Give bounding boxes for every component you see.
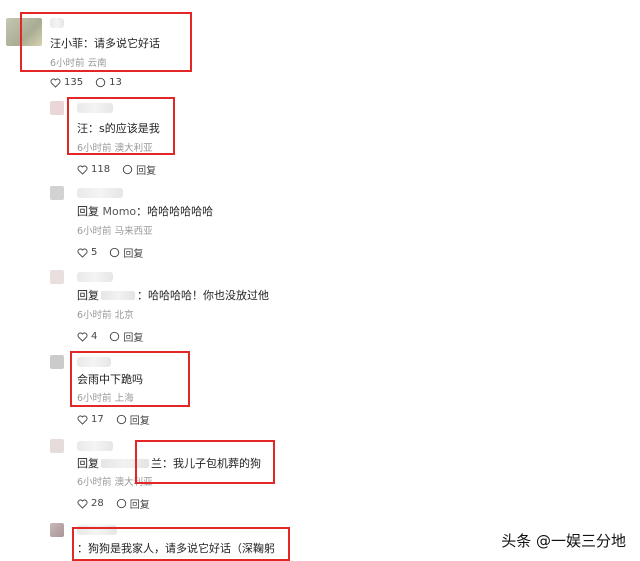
reply-button[interactable]: 回复 bbox=[116, 496, 150, 511]
comment-text: 会雨中下跪吗 bbox=[77, 373, 143, 387]
comment-text: 回复 ：哈哈哈哈！你也没放过他 bbox=[77, 289, 269, 303]
comment-bubble-icon bbox=[110, 247, 120, 258]
reply-label: 回复 bbox=[129, 416, 150, 427]
comment-text: 汪小菲：请多说它好话 bbox=[50, 37, 160, 51]
comment-actions: 135 13 bbox=[50, 77, 122, 88]
like-button[interactable]: 28 bbox=[77, 498, 104, 509]
heart-icon bbox=[77, 248, 88, 258]
comment-bubble-icon bbox=[95, 77, 106, 88]
comment-body: 会雨中下跪吗 bbox=[77, 373, 143, 386]
reply-button[interactable]: 回复 bbox=[109, 329, 143, 344]
like-button[interactable]: 135 bbox=[50, 77, 83, 88]
comment-actions: 28 回复 bbox=[77, 496, 150, 511]
avatar[interactable] bbox=[50, 270, 64, 284]
comment-text: 回复 Momo：哈哈哈哈哈哈 bbox=[77, 205, 213, 219]
watermark: 头条 @一娱三分地 bbox=[501, 532, 626, 550]
comment-text: 回复 兰：我儿子包机葬的狗 bbox=[77, 457, 261, 471]
heart-icon bbox=[77, 165, 88, 175]
comment-body: s的应该是我 bbox=[99, 122, 160, 135]
like-count: 17 bbox=[91, 414, 104, 425]
comment-actions: 4 回复 bbox=[77, 329, 143, 344]
like-count: 118 bbox=[91, 164, 111, 175]
username-blurred[interactable] bbox=[77, 272, 113, 282]
comment-actions: 17 回复 bbox=[77, 412, 150, 427]
reply-word: 回复 bbox=[77, 205, 99, 218]
avatar[interactable] bbox=[6, 18, 42, 46]
comment-body: ：请多说它好话 bbox=[83, 37, 160, 50]
comment-meta: 6小时前 澳大利亚 bbox=[77, 143, 153, 154]
username-blurred[interactable] bbox=[77, 357, 111, 367]
comment-meta: 6小时前 北京 bbox=[77, 310, 134, 321]
avatar[interactable] bbox=[50, 186, 64, 200]
comment-text: ：狗狗是我家人，请多说它好话（深鞠躬 bbox=[77, 542, 275, 556]
heart-icon bbox=[77, 499, 88, 509]
comment-bubble-icon bbox=[122, 164, 133, 175]
comment-meta: 6小时前 澳大利亚 bbox=[77, 477, 153, 488]
reply-label: 回复 bbox=[123, 333, 144, 344]
username-blurred[interactable] bbox=[50, 18, 64, 28]
reply-button[interactable]: 回复 bbox=[116, 412, 150, 427]
username-blurred[interactable] bbox=[77, 525, 117, 535]
like-button[interactable]: 17 bbox=[77, 414, 104, 425]
comment-body: ：哈哈哈哈！你也没放过他 bbox=[137, 289, 269, 302]
avatar[interactable] bbox=[50, 439, 64, 453]
comment-bubble-icon bbox=[110, 331, 120, 342]
reply-label: 回复 bbox=[129, 500, 150, 511]
username-blurred[interactable] bbox=[77, 441, 113, 451]
reply-button[interactable]: 回复 bbox=[109, 245, 143, 260]
reply-label: 回复 bbox=[123, 249, 144, 260]
comment-bubble-icon bbox=[116, 498, 126, 509]
comment-body: ：哈哈哈哈哈哈 bbox=[136, 205, 214, 218]
avatar[interactable] bbox=[50, 355, 64, 369]
comment-meta: 6小时前 云南 bbox=[50, 58, 107, 69]
comment-meta: 6小时前 上海 bbox=[77, 393, 134, 404]
reply-button[interactable]: 回复 bbox=[122, 162, 156, 177]
like-count: 135 bbox=[64, 77, 84, 88]
like-count: 28 bbox=[91, 498, 104, 509]
reply-count: 13 bbox=[109, 77, 122, 88]
comment-bubble-icon bbox=[116, 414, 126, 425]
avatar[interactable] bbox=[50, 523, 64, 537]
comment-body: 兰：我儿子包机葬的狗 bbox=[151, 457, 261, 470]
comment-actions: 5 回复 bbox=[77, 245, 143, 260]
reply-word: 回复 bbox=[77, 289, 99, 302]
comment-author[interactable]: 汪： bbox=[77, 122, 99, 135]
like-count: 4 bbox=[91, 331, 98, 342]
reply-label: 回复 bbox=[136, 166, 157, 177]
comment-meta: 6小时前 马来西亚 bbox=[77, 226, 153, 237]
reply-target-blurred[interactable] bbox=[101, 459, 149, 468]
avatar[interactable] bbox=[50, 101, 64, 115]
reply-count-button[interactable]: 13 bbox=[95, 77, 122, 88]
username-blurred[interactable] bbox=[77, 188, 123, 198]
comment-text: 汪：s的应该是我 bbox=[77, 122, 160, 136]
heart-icon bbox=[50, 78, 61, 88]
like-count: 5 bbox=[91, 247, 98, 258]
username-blurred[interactable] bbox=[77, 103, 113, 113]
reply-target-blurred[interactable] bbox=[101, 291, 135, 300]
comment-author[interactable]: 汪小菲 bbox=[50, 37, 83, 50]
heart-icon bbox=[77, 415, 88, 425]
comment-body: ：狗狗是我家人，请多说它好话（深鞠躬 bbox=[77, 542, 275, 555]
comment-actions: 118 回复 bbox=[77, 162, 156, 177]
like-button[interactable]: 4 bbox=[77, 331, 97, 342]
like-button[interactable]: 118 bbox=[77, 164, 110, 175]
heart-icon bbox=[77, 332, 88, 342]
reply-target[interactable]: Momo bbox=[103, 205, 137, 218]
like-button[interactable]: 5 bbox=[77, 247, 97, 258]
reply-word: 回复 bbox=[77, 457, 99, 470]
